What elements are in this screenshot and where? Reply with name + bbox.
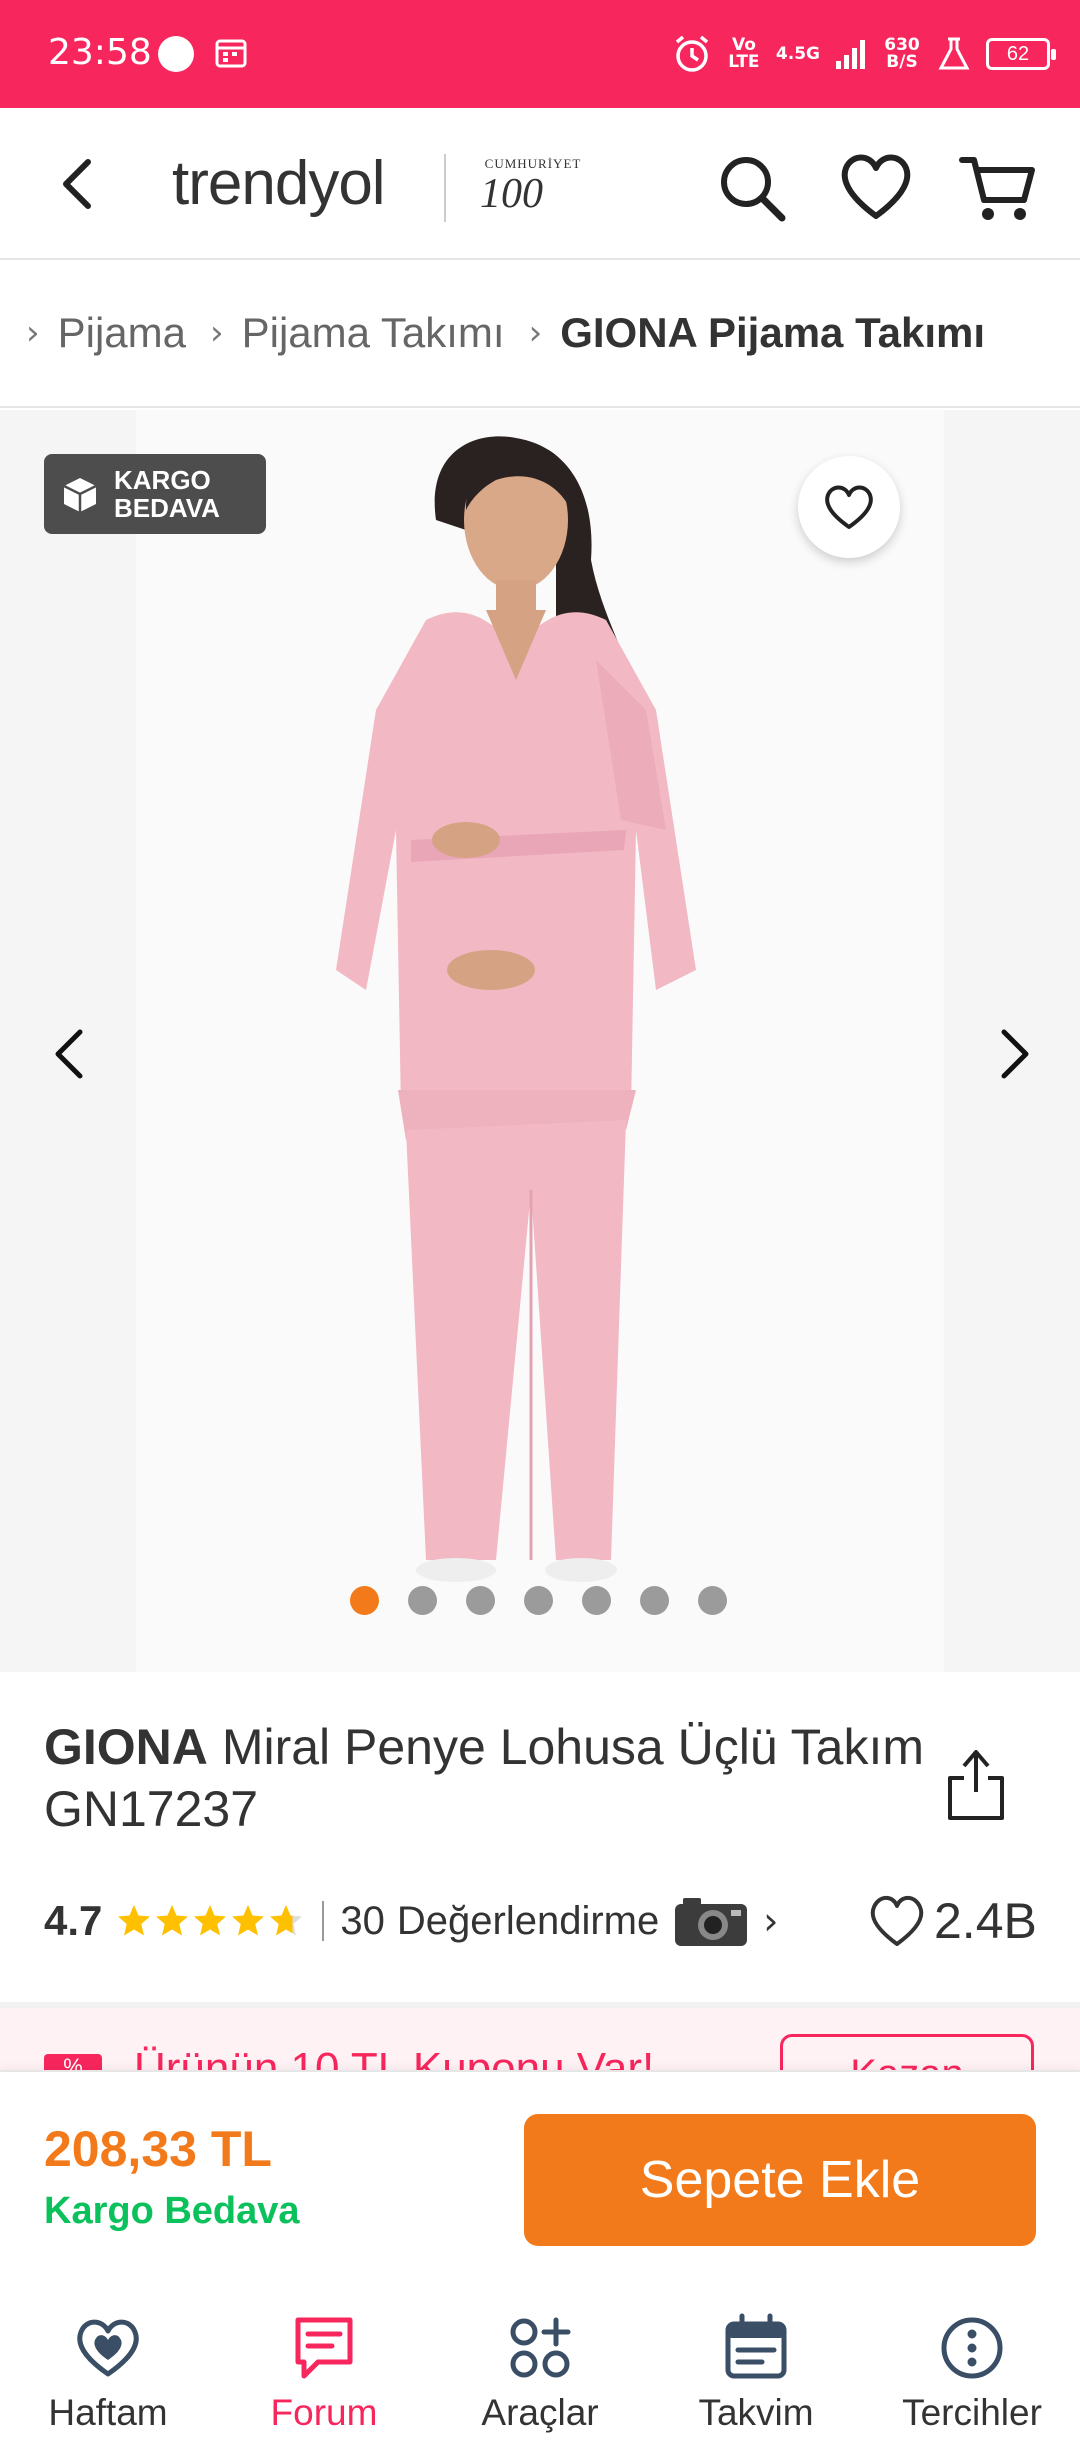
- star-icon: [118, 1905, 151, 1936]
- nav-item-haftam[interactable]: Haftam: [0, 2288, 216, 2459]
- product-title: GIONA Miral Penye Lohusa Üçlü Takım GN17…: [44, 1716, 924, 1840]
- app-header: trendyol CUMHURİYET 100: [0, 108, 1080, 260]
- badge-text: KARGO BEDAVA: [114, 465, 220, 523]
- status-right-group: Vo LTE 4.5G 630 B/S 62: [672, 26, 1056, 82]
- add-to-cart-button[interactable]: Sepete Ekle: [524, 2114, 1036, 2246]
- product-gallery[interactable]: KARGO BEDAVA: [0, 410, 1080, 1672]
- star-icon: [270, 1905, 303, 1936]
- coupon-banner[interactable]: % Ürünün 10 TL Kuponu Var! Kazan: [0, 2008, 1080, 2070]
- gallery-prev-button[interactable]: [40, 1014, 100, 1094]
- notification-dot-icon: [158, 36, 194, 72]
- star-icon: [194, 1905, 227, 1936]
- gallery-pagination[interactable]: [350, 1586, 727, 1615]
- box-icon: [63, 478, 97, 512]
- calendar-icon: [725, 2313, 787, 2379]
- forum-icon: [295, 2317, 353, 2379]
- battery-indicator: 62: [986, 38, 1056, 70]
- heart-week-icon: [77, 2319, 139, 2377]
- free-shipping-badge: KARGO BEDAVA: [44, 454, 266, 534]
- tools-icon: [510, 2317, 571, 2378]
- signal-icon: [836, 40, 865, 69]
- chevron-right-icon: ›: [26, 313, 40, 353]
- product-model-image: [336, 436, 696, 1582]
- nav-item-forum[interactable]: Forum: [216, 2288, 432, 2459]
- coupon-text: Ürünün 10 TL Kuponu Var!: [134, 2044, 655, 2070]
- more-icon: [941, 2317, 1003, 2379]
- gallery-next-button[interactable]: [984, 1014, 1044, 1094]
- pagination-dot[interactable]: [350, 1586, 379, 1615]
- calendar-notification-icon: [215, 39, 247, 68]
- star-icon: [232, 1905, 265, 1936]
- breadcrumb-item-pijama[interactable]: Pijama: [58, 309, 186, 357]
- camera-icon: [675, 1898, 748, 1946]
- nav-item-takvim[interactable]: Takvim: [648, 2288, 864, 2459]
- coupon-claim-button[interactable]: Kazan: [780, 2034, 1034, 2070]
- nav-item-araclar[interactable]: Araçlar: [432, 2288, 648, 2459]
- chevron-right-icon: ›: [763, 1899, 779, 1943]
- breadcrumb: › Pijama › Pijama Takımı › GIONA Pijama …: [0, 260, 1080, 408]
- lab-icon: [938, 37, 970, 70]
- review-label[interactable]: Değerlendirme: [397, 1899, 659, 1944]
- bottom-navigation: Haftam Forum Araçlar Takvim Tercihler: [0, 2288, 1080, 2459]
- network-type: 4.5G: [775, 43, 820, 64]
- pagination-dot[interactable]: [466, 1586, 495, 1615]
- network-speed: 630 B/S: [884, 35, 920, 72]
- coupon-tag-icon: %: [44, 2054, 102, 2070]
- anniversary-logo: CUMHURİYET 100: [480, 156, 582, 217]
- heart-outline-icon: [825, 485, 873, 529]
- status-time: 23:58: [48, 32, 152, 73]
- chevron-right-icon: ›: [210, 313, 224, 353]
- buy-bar: 208,33 TL Kargo Bedava Sepete Ekle: [0, 2070, 1080, 2288]
- rating-separator: [322, 1901, 325, 1941]
- pagination-dot[interactable]: [698, 1586, 727, 1615]
- star-icon: [156, 1905, 189, 1936]
- search-icon[interactable]: [712, 148, 792, 228]
- breadcrumb-current[interactable]: GIONA Pijama Takımı: [560, 309, 985, 357]
- pagination-dot[interactable]: [524, 1586, 553, 1615]
- pagination-dot[interactable]: [582, 1586, 611, 1615]
- chevron-right-icon: ›: [528, 313, 543, 353]
- nav-item-tercihler[interactable]: Tercihler: [864, 2288, 1080, 2459]
- pagination-dot[interactable]: [640, 1586, 669, 1615]
- alarm-icon: [675, 35, 709, 72]
- free-shipping-label: Kargo Bedava: [44, 2190, 300, 2232]
- volte-indicator: Vo LTE: [728, 35, 760, 72]
- product-brand[interactable]: GIONA: [44, 1719, 208, 1775]
- logo-divider: [444, 154, 446, 222]
- rating-stars: [116, 1903, 304, 1939]
- status-bar: 23:58 Vo LTE 4.5G 630 B/S 62: [0, 0, 1080, 108]
- back-button[interactable]: [44, 148, 116, 220]
- favorite-button[interactable]: [798, 456, 900, 558]
- heart-outline-icon: [870, 1895, 924, 1946]
- cart-icon[interactable]: [958, 148, 1038, 228]
- breadcrumb-item-pijama-takimi[interactable]: Pijama Takımı: [242, 309, 505, 357]
- heart-icon[interactable]: [836, 148, 916, 228]
- review-count: 30: [340, 1898, 385, 1943]
- product-photo[interactable]: [136, 410, 944, 1672]
- share-button[interactable]: [940, 1740, 1012, 1824]
- trendyol-logo[interactable]: trendyol: [172, 148, 386, 219]
- product-price: 208,33 TL: [44, 2121, 272, 2177]
- favorite-count[interactable]: 2.4B: [866, 1890, 1037, 1952]
- rating-value: 4.7: [44, 1897, 103, 1944]
- pagination-dot[interactable]: [408, 1586, 437, 1615]
